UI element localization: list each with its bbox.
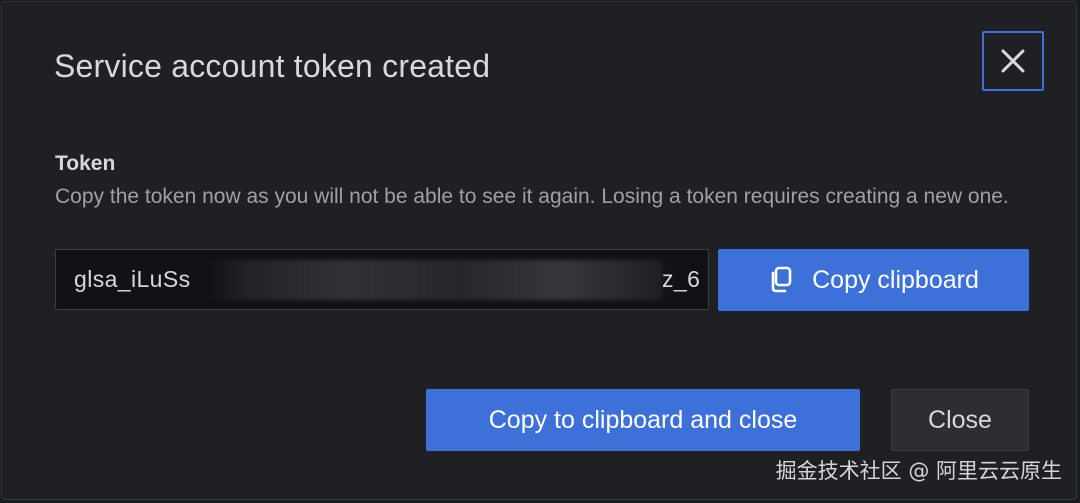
- close-label: Close: [928, 405, 992, 434]
- copy-and-close-button[interactable]: Copy to clipboard and close: [426, 389, 860, 451]
- token-label: Token: [55, 152, 116, 175]
- copy-and-close-label: Copy to clipboard and close: [488, 405, 798, 434]
- copy-icon: [771, 266, 792, 293]
- copy-clipboard-label: Copy clipboard: [812, 265, 979, 294]
- token-description: Copy the token now as you will not be ab…: [55, 185, 1009, 208]
- close-button[interactable]: Close: [891, 389, 1029, 451]
- token-input[interactable]: glsa_iLuSs z_6: [55, 249, 709, 310]
- close-icon: [1001, 49, 1025, 73]
- modal-title: Service account token created: [54, 48, 491, 84]
- watermark: 掘金技术社区 @ 阿里云云原生: [775, 459, 1062, 483]
- service-account-token-modal: Service account token created Token Copy…: [1, 1, 1077, 500]
- close-modal-button[interactable]: [982, 31, 1044, 91]
- token-redaction-blur: [208, 260, 663, 300]
- copy-clipboard-button[interactable]: Copy clipboard: [718, 249, 1029, 311]
- token-value-end: z_6: [662, 266, 701, 292]
- token-value-start: glsa_iLuSs: [74, 266, 191, 292]
